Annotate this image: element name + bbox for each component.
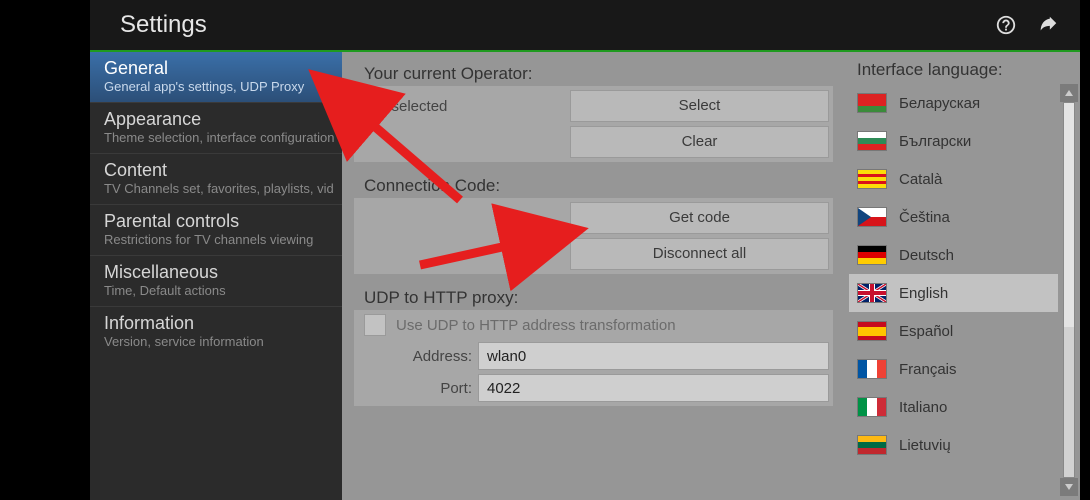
language-item-france[interactable]: Français: [849, 350, 1058, 388]
sidebar-item-subtitle: General app's settings, UDP Proxy: [104, 79, 328, 94]
get-code-button[interactable]: Get code: [570, 202, 829, 234]
language-item-label: Čeština: [899, 209, 950, 226]
italy-flag-icon: [857, 397, 887, 417]
share-icon[interactable]: [1034, 11, 1062, 39]
page-title: Settings: [120, 11, 978, 39]
language-item-uk[interactable]: English: [849, 274, 1058, 312]
language-item-czech[interactable]: Čeština: [849, 198, 1058, 236]
select-button[interactable]: Select: [570, 90, 829, 122]
port-label: Port:: [358, 380, 478, 397]
titlebar: Settings: [90, 0, 1080, 52]
language-item-bulgaria[interactable]: Български: [849, 122, 1058, 160]
connection-section: Get code Disconnect all: [354, 198, 833, 274]
language-item-label: Català: [899, 171, 942, 188]
address-input[interactable]: [478, 342, 829, 370]
language-item-label: Lietuvių: [899, 437, 951, 454]
bulgaria-flag-icon: [857, 131, 887, 151]
address-label: Address:: [358, 348, 478, 365]
sidebar-item-title: Appearance: [104, 109, 328, 130]
clear-button[interactable]: Clear: [570, 126, 829, 158]
france-flag-icon: [857, 359, 887, 379]
sidebar-item-subtitle: Time, Default actions: [104, 283, 328, 298]
operator-value: Not selected: [358, 98, 566, 115]
udp-section: Use UDP to HTTP address transformation A…: [354, 310, 833, 406]
sidebar-item-title: Content: [104, 160, 328, 181]
sidebar-item-information[interactable]: InformationVersion, service information: [90, 306, 342, 357]
language-item-catalonia[interactable]: Català: [849, 160, 1058, 198]
help-icon[interactable]: [992, 11, 1020, 39]
scroll-down-icon[interactable]: [1060, 478, 1078, 496]
language-item-label: Español: [899, 323, 953, 340]
udp-section-label: UDP to HTTP proxy:: [364, 288, 837, 308]
sidebar-item-subtitle: TV Channels set, favorites, playlists, v…: [104, 181, 328, 196]
operator-section: Not selected Select Clear: [354, 86, 833, 162]
sidebar-item-subtitle: Restrictions for TV channels viewing: [104, 232, 328, 247]
sidebar-item-miscellaneous[interactable]: MiscellaneousTime, Default actions: [90, 255, 342, 306]
language-item-label: English: [899, 285, 948, 302]
uk-flag-icon: [857, 283, 887, 303]
lithuania-flag-icon: [857, 435, 887, 455]
language-item-label: Français: [899, 361, 957, 378]
sidebar-item-title: Miscellaneous: [104, 262, 328, 283]
sidebar-item-general[interactable]: GeneralGeneral app's settings, UDP Proxy: [90, 52, 342, 102]
czech-flag-icon: [857, 207, 887, 227]
language-item-label: Italiano: [899, 399, 947, 416]
language-panel: Interface language: Беларуская Български C…: [845, 52, 1080, 500]
language-scrollbar[interactable]: [1060, 84, 1078, 496]
udp-checkbox[interactable]: [364, 314, 386, 336]
language-item-spain[interactable]: Español: [849, 312, 1058, 350]
scroll-up-icon[interactable]: [1060, 84, 1078, 102]
disconnect-all-button[interactable]: Disconnect all: [570, 238, 829, 270]
spain-flag-icon: [857, 321, 887, 341]
sidebar-item-subtitle: Version, service information: [104, 334, 328, 349]
sidebar-item-subtitle: Theme selection, interface configuration: [104, 130, 328, 145]
language-section-label: Interface language:: [853, 60, 1074, 80]
operator-section-label: Your current Operator:: [364, 64, 837, 84]
language-item-germany[interactable]: Deutsch: [849, 236, 1058, 274]
sidebar-item-parental-controls[interactable]: Parental controlsRestrictions for TV cha…: [90, 204, 342, 255]
language-item-belarus[interactable]: Беларуская: [849, 84, 1058, 122]
catalonia-flag-icon: [857, 169, 887, 189]
belarus-flag-icon: [857, 93, 887, 113]
port-input[interactable]: [478, 374, 829, 402]
udp-checkbox-label: Use UDP to HTTP address transformation: [396, 317, 676, 334]
sidebar-item-title: Parental controls: [104, 211, 328, 232]
sidebar-item-title: General: [104, 58, 328, 79]
germany-flag-icon: [857, 245, 887, 265]
language-item-lithuania[interactable]: Lietuvių: [849, 426, 1058, 464]
language-item-label: Беларуская: [899, 95, 980, 112]
sidebar: GeneralGeneral app's settings, UDP Proxy…: [90, 52, 342, 500]
language-item-label: Deutsch: [899, 247, 954, 264]
connection-section-label: Connection Code:: [364, 176, 837, 196]
sidebar-item-title: Information: [104, 313, 328, 334]
language-item-label: Български: [899, 133, 971, 150]
language-item-italy[interactable]: Italiano: [849, 388, 1058, 426]
main-panel: Your current Operator: Not selected Sele…: [342, 52, 845, 500]
sidebar-item-content[interactable]: ContentTV Channels set, favorites, playl…: [90, 153, 342, 204]
sidebar-item-appearance[interactable]: AppearanceTheme selection, interface con…: [90, 102, 342, 153]
